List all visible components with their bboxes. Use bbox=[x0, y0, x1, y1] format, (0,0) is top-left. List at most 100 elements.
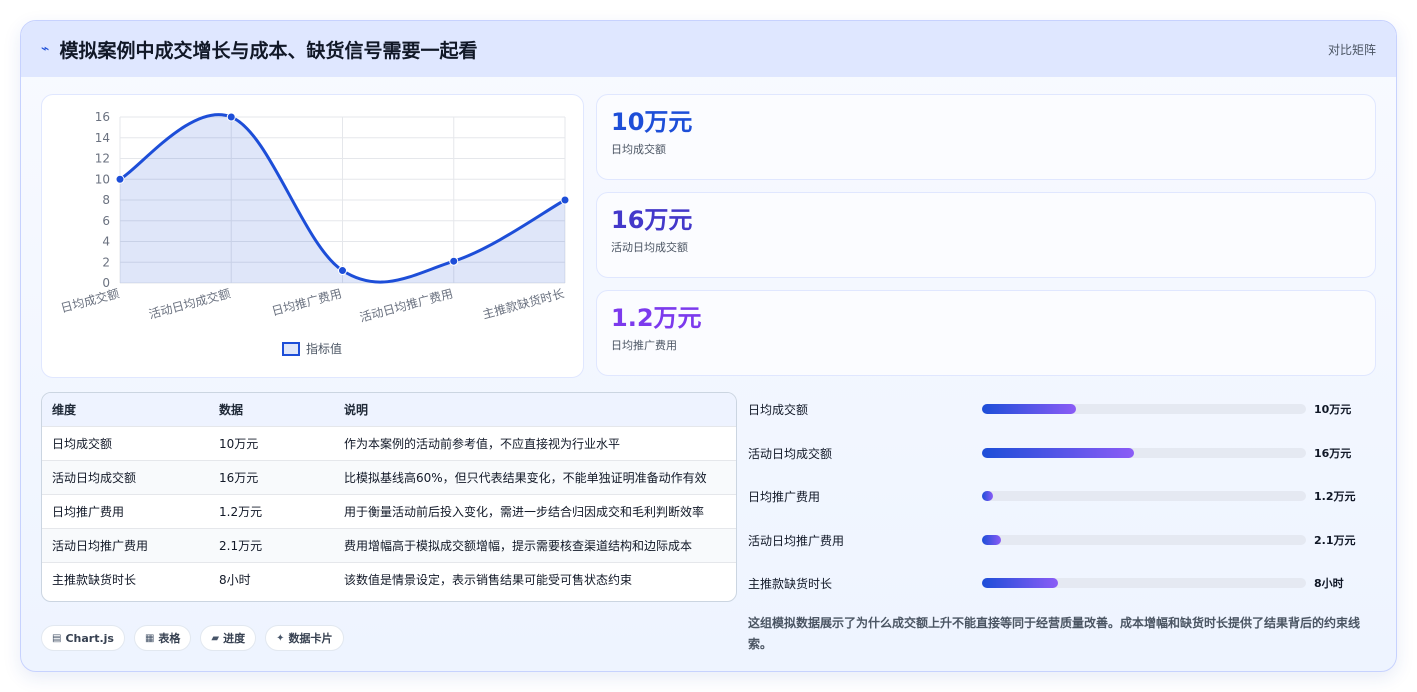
column-header: 说明 bbox=[334, 393, 736, 426]
kpi-card-ad-cost: 1.2万元 日均推广费用 bbox=[596, 290, 1376, 376]
x-tick-label: 主推款缺货时长 bbox=[481, 285, 566, 321]
panel-header: ⌁ 模拟案例中成交增长与成本、缺货信号需要一起看 对比矩阵 bbox=[21, 21, 1396, 77]
table-row: 主推款缺货时长 8小时 该数值是情景设定，表示销售结果可能受可售状态约束 bbox=[42, 561, 736, 596]
kpi-value: 1.2万元 bbox=[611, 304, 702, 332]
table-icon: ▦ bbox=[144, 632, 155, 644]
table-row: 活动日均成交额 16万元 比模拟基线高60%，但只代表结果变化，不能单独证明准备… bbox=[42, 459, 736, 494]
tag-chartjs[interactable]: ▤ Chart.js bbox=[41, 625, 125, 651]
title-group: ⌁ 模拟案例中成交增长与成本、缺货信号需要一起看 bbox=[41, 36, 477, 63]
progress-track bbox=[982, 535, 1306, 545]
column-header: 数据 bbox=[209, 393, 334, 426]
table-row: 活动日均推广费用 2.1万元 费用增幅高于模拟成交额增幅，提示需要核查渠道结构和… bbox=[42, 527, 736, 562]
tag-progress[interactable]: ▰ 进度 bbox=[200, 625, 257, 651]
progress-track bbox=[982, 448, 1306, 458]
table-cell: 作为本案例的活动前参考值，不应直接视为行业水平 bbox=[334, 425, 736, 460]
compare-matrix-link[interactable]: 对比矩阵 bbox=[1328, 41, 1376, 58]
progress-track bbox=[982, 578, 1306, 588]
progress-row: 活动日均推广费用 2.1万元 bbox=[748, 530, 1378, 550]
table-cell: 日均推广费用 bbox=[42, 493, 209, 528]
progress-label: 活动日均推广费用 bbox=[748, 533, 845, 548]
data-point bbox=[115, 174, 125, 184]
tag-label: 进度 bbox=[223, 632, 246, 645]
table-cell: 主推款缺货时长 bbox=[42, 561, 209, 596]
tag-list: ▤ Chart.js ▦ 表格 ▰ 进度 ✦ 数据卡片 bbox=[41, 625, 344, 651]
progress-label: 活动日均成交额 bbox=[748, 446, 833, 461]
table-cell: 16万元 bbox=[209, 459, 334, 494]
tag-label: 表格 bbox=[158, 632, 181, 645]
progress-fill bbox=[982, 448, 1135, 458]
kpi-card-daily-sales: 10万元 日均成交额 bbox=[596, 94, 1376, 180]
progress-icon: ▰ bbox=[211, 632, 220, 644]
page-title: 模拟案例中成交增长与成本、缺货信号需要一起看 bbox=[59, 39, 478, 62]
progress-value: 1.2万元 bbox=[1314, 490, 1356, 503]
progress-row: 活动日均成交额 16万元 bbox=[748, 443, 1378, 463]
table-cell: 该数值是情景设定，表示销售结果可能受可售状态约束 bbox=[334, 561, 736, 596]
y-tick-label: 14 bbox=[95, 131, 110, 145]
table-cell: 1.2万元 bbox=[209, 493, 334, 528]
progress-label: 日均成交额 bbox=[748, 402, 809, 417]
dashboard-panel: ⌁ 模拟案例中成交增长与成本、缺货信号需要一起看 对比矩阵 0 2 4 6 8 10 12 1… bbox=[20, 20, 1397, 672]
column-header: 维度 bbox=[42, 393, 209, 426]
y-tick-label: 6 bbox=[102, 214, 110, 228]
y-tick-label: 10 bbox=[95, 172, 110, 186]
table-cell: 日均成交额 bbox=[42, 425, 209, 460]
table-cell: 2.1万元 bbox=[209, 527, 334, 562]
progress-row: 日均成交额 10万元 bbox=[748, 399, 1378, 419]
progress-row: 主推款缺货时长 8小时 bbox=[748, 573, 1378, 593]
x-tick-label: 日均推广费用 bbox=[270, 286, 343, 318]
tag-data-card[interactable]: ✦ 数据卡片 bbox=[265, 625, 344, 651]
y-tick-label: 4 bbox=[102, 235, 110, 249]
progress-track bbox=[982, 404, 1306, 414]
y-tick-label: 16 bbox=[95, 110, 110, 124]
sparkle-icon: ✦ bbox=[276, 632, 285, 644]
progress-track bbox=[982, 491, 1306, 501]
x-tick-label: 活动日均推广费用 bbox=[358, 286, 454, 324]
table-cell: 费用增幅高于模拟成交额增幅，提示需要核查渠道结构和边际成本 bbox=[334, 527, 736, 562]
trend-line-icon: ⌁ bbox=[41, 41, 50, 57]
y-tick-label: 8 bbox=[102, 193, 110, 207]
table-cell: 用于衡量活动前后投入变化，需进一步结合归因成交和毛利判断效率 bbox=[334, 493, 736, 528]
data-table-card: 维度 数据 说明 日均成交额 10万元 作为本案例的活动前参考值，不应直接视为行… bbox=[41, 392, 737, 602]
table-cell: 活动日均推广费用 bbox=[42, 527, 209, 562]
table-cell: 比模拟基线高60%，但只代表结果变化，不能单独证明准备动作有效 bbox=[334, 459, 736, 494]
data-point bbox=[449, 256, 459, 266]
table-header-row: 维度 数据 说明 bbox=[42, 393, 736, 426]
chart-icon: ▤ bbox=[52, 632, 62, 644]
x-tick-label: 活动日均成交额 bbox=[147, 285, 232, 321]
y-tick-label: 12 bbox=[95, 152, 110, 166]
table-cell: 活动日均成交额 bbox=[42, 459, 209, 494]
kpi-value: 10万元 bbox=[611, 108, 693, 136]
progress-fill bbox=[982, 535, 1002, 545]
kpi-value: 16万元 bbox=[611, 206, 693, 234]
progress-row: 日均推广费用 1.2万元 bbox=[748, 486, 1378, 506]
tag-label: Chart.js bbox=[65, 631, 114, 645]
data-point bbox=[338, 266, 347, 276]
y-tick-label: 2 bbox=[102, 255, 110, 269]
progress-value: 8小时 bbox=[1314, 577, 1344, 590]
data-table: 维度 数据 说明 日均成交额 10万元 作为本案例的活动前参考值，不应直接视为行… bbox=[42, 393, 736, 596]
progress-fill bbox=[982, 578, 1059, 588]
line-chart: 0246810121416日均成交额 活动日均成交额 日均推广费用 活动日均推广费用主… bbox=[59, 110, 570, 356]
kpi-label: 日均推广费用 bbox=[611, 339, 677, 352]
progress-label: 日均推广费用 bbox=[748, 489, 821, 504]
legend-swatch bbox=[282, 342, 300, 356]
table-cell: 8小时 bbox=[209, 561, 334, 596]
data-point bbox=[226, 112, 236, 122]
progress-value: 16万元 bbox=[1314, 447, 1352, 460]
progress-label: 主推款缺货时长 bbox=[748, 576, 833, 591]
data-point bbox=[560, 195, 570, 205]
summary-note: 这组模拟数据展示了为什么成交额上升不能直接等同于经营质量改善。成本增幅和缺货时长… bbox=[748, 616, 1361, 651]
table-row: 日均成交额 10万元 作为本案例的活动前参考值，不应直接视为行业水平 bbox=[42, 425, 736, 460]
line-chart-card: 0 2 4 6 8 10 12 14 16 日均成交额 活动日均成交额 日均推广费用 活动日均推广费用主… bbox=[41, 94, 584, 378]
legend-label: 指标值 bbox=[306, 341, 342, 356]
table-cell: 10万元 bbox=[209, 425, 334, 460]
tag-label: 数据卡片 bbox=[288, 632, 333, 645]
progress-value: 2.1万元 bbox=[1314, 534, 1356, 547]
kpi-card-promo-sales: 16万元 活动日均成交额 bbox=[596, 192, 1376, 278]
x-tick-label: 日均成交额 bbox=[59, 285, 121, 315]
kpi-label: 活动日均成交额 bbox=[611, 241, 688, 254]
kpi-label: 日均成交额 bbox=[611, 143, 666, 156]
tag-table[interactable]: ▦ 表格 bbox=[133, 625, 192, 651]
progress-fill bbox=[982, 404, 1076, 414]
progress-value: 10万元 bbox=[1314, 403, 1352, 416]
